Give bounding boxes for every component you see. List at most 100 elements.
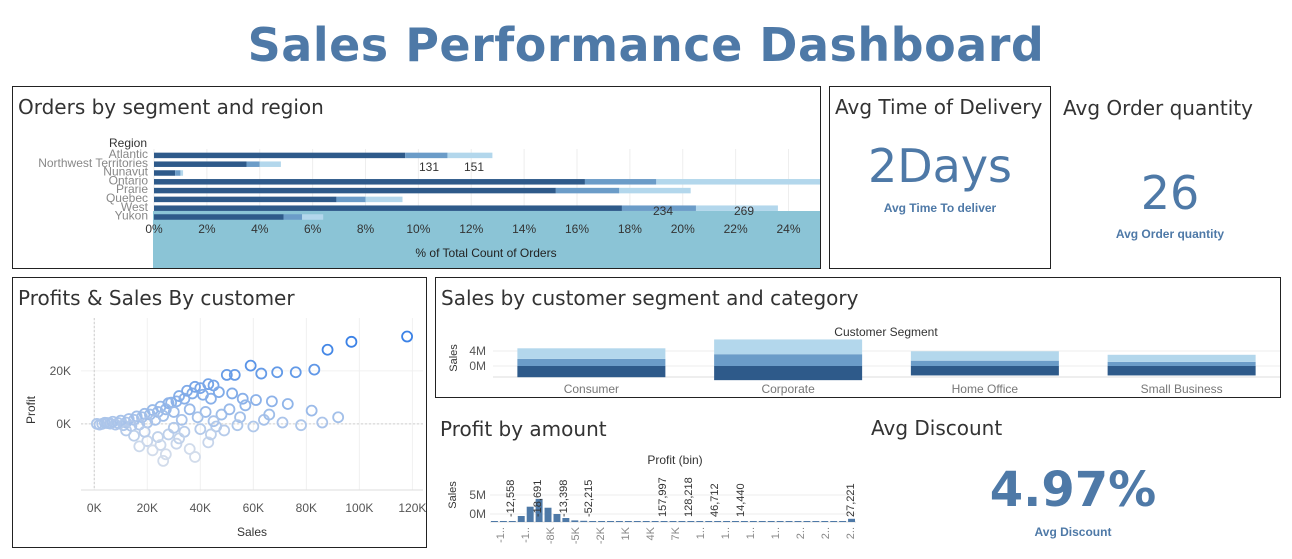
discount-panel-title: Avg Discount — [871, 416, 1003, 440]
scatter-xtick-label: 0K — [87, 501, 102, 515]
scatter-point — [138, 425, 151, 438]
hist-bar-label: 27,221 — [845, 483, 857, 517]
profits-panel: Profits & Sales By customer Sales Profit… — [12, 277, 427, 548]
scatter-point — [289, 366, 302, 379]
hist-bar — [785, 521, 793, 522]
hist-bar — [839, 521, 847, 522]
hist-xtick-label: -2K — [595, 526, 607, 544]
hist-bar — [740, 521, 748, 522]
orders-bar — [555, 187, 620, 194]
scatter-xlabel: Sales — [237, 525, 267, 539]
hist-bar — [821, 521, 829, 522]
segment-bar — [517, 358, 666, 366]
orders-bar — [283, 214, 303, 220]
hist-xtick-label: -8K — [545, 526, 557, 544]
segment-bar — [1107, 361, 1256, 366]
orders-bar — [180, 170, 184, 176]
orders-chart[interactable]: Region % of Total Count of Orders 0% 2% 4%… — [13, 87, 820, 268]
scatter-point — [212, 386, 225, 398]
scatter-point — [305, 404, 318, 417]
profits-scatter-chart[interactable]: Sales Profit 0K 20K 40K 60K 80K 100K 120K 20K 0K — [13, 278, 426, 547]
scatter-point — [281, 398, 294, 410]
delivery-value: 2Days — [867, 139, 1013, 193]
segment-category-label: Home Office — [952, 382, 1019, 396]
hist-ylabel: Sales — [447, 481, 459, 509]
hist-bar-label: -18,691 — [532, 480, 544, 517]
segment-category-label: Small Business — [1141, 382, 1223, 396]
orders-bar — [154, 187, 556, 194]
quantity-value: 26 — [1140, 166, 1200, 220]
hist-bar — [571, 520, 579, 522]
hist-bar — [723, 521, 731, 522]
scatter-point — [133, 440, 146, 453]
delivery-panel: Avg Time of Delivery 2Days Avg Time To d… — [829, 86, 1051, 269]
hist-bar — [517, 516, 525, 522]
scatter-point — [218, 424, 231, 437]
orders-xtick-label: 10% — [406, 222, 430, 236]
hist-bar — [812, 521, 820, 522]
scatter-xtick-label: 60K — [243, 501, 264, 515]
scatter-point — [250, 394, 262, 406]
hist-bar — [776, 521, 784, 522]
quantity-caption: Avg Order quantity — [1115, 227, 1225, 241]
hist-bar — [749, 521, 757, 522]
hist-bar — [732, 521, 739, 522]
hist-xtick-label: 1.. — [770, 527, 782, 539]
orders-xtick-label: 22% — [724, 222, 748, 236]
scatter-point — [178, 425, 191, 438]
orders-bar — [154, 161, 247, 167]
segment-bar — [910, 366, 1059, 376]
hist-bar-label: 157,997 — [657, 477, 669, 517]
hist-bar — [696, 521, 704, 522]
hist-bar — [615, 521, 623, 522]
hist-bar — [758, 521, 766, 522]
hist-bar-label: 46,712 — [709, 483, 721, 517]
hist-bar — [705, 521, 713, 522]
orders-xtick-label: 2% — [198, 222, 216, 236]
hist-bar — [633, 521, 641, 522]
orders-bar — [447, 152, 493, 159]
hist-bar — [607, 521, 614, 522]
hist-xtick-label: 2.. — [820, 527, 832, 539]
segment-bar — [910, 360, 1059, 366]
scatter-xtick-label: 40K — [190, 501, 211, 515]
segment-bar — [517, 348, 666, 359]
hist-bar — [642, 521, 650, 522]
scatter-point — [189, 451, 201, 463]
scatter-xtick-label: 80K — [296, 501, 317, 515]
segment-bar — [910, 351, 1059, 361]
orders-bar — [154, 214, 284, 220]
segment-panel: Sales by customer segment and category C… — [435, 277, 1281, 398]
scatter-point — [401, 330, 413, 343]
hist-bar — [669, 521, 677, 522]
scatter-ytick-label: 0K — [56, 417, 71, 431]
hist-bar — [580, 520, 588, 522]
scatter-point — [295, 419, 307, 432]
segment-bar — [1107, 354, 1256, 362]
hist-bar — [651, 521, 659, 522]
scatter-point — [239, 399, 252, 412]
orders-bar — [259, 161, 281, 167]
profit-amount-chart[interactable]: Profit (bin) Sales 5M 0M -12,558 -18,691 -13… — [438, 415, 858, 555]
orders-xtick-label: 20% — [671, 222, 695, 236]
orders-bar — [656, 179, 820, 185]
segment-category-label: Corporate — [761, 382, 815, 396]
scatter-point — [321, 343, 334, 356]
hist-bar — [767, 521, 775, 522]
hist-bar — [794, 521, 802, 522]
segment-chart[interactable]: Customer Segment Sales 4M0M Consumer Corpo… — [436, 278, 1280, 397]
scatter-point — [255, 367, 268, 380]
segment-ylabel: Sales — [448, 344, 460, 372]
orders-xtick-label: 24% — [776, 222, 800, 236]
orders-data-label: 131 — [419, 160, 439, 174]
scatter-xtick-label: 20K — [137, 501, 158, 515]
hist-bar — [660, 521, 668, 522]
orders-bar — [365, 196, 403, 203]
segment-bar — [714, 366, 863, 381]
orders-xtick-label: 12% — [459, 222, 483, 236]
delivery-caption: Avg Time To deliver — [883, 201, 997, 215]
hist-bar — [803, 521, 811, 522]
hist-ytick-label: 0M — [469, 507, 486, 521]
orders-bar — [154, 170, 176, 176]
hist-bar — [714, 521, 722, 522]
